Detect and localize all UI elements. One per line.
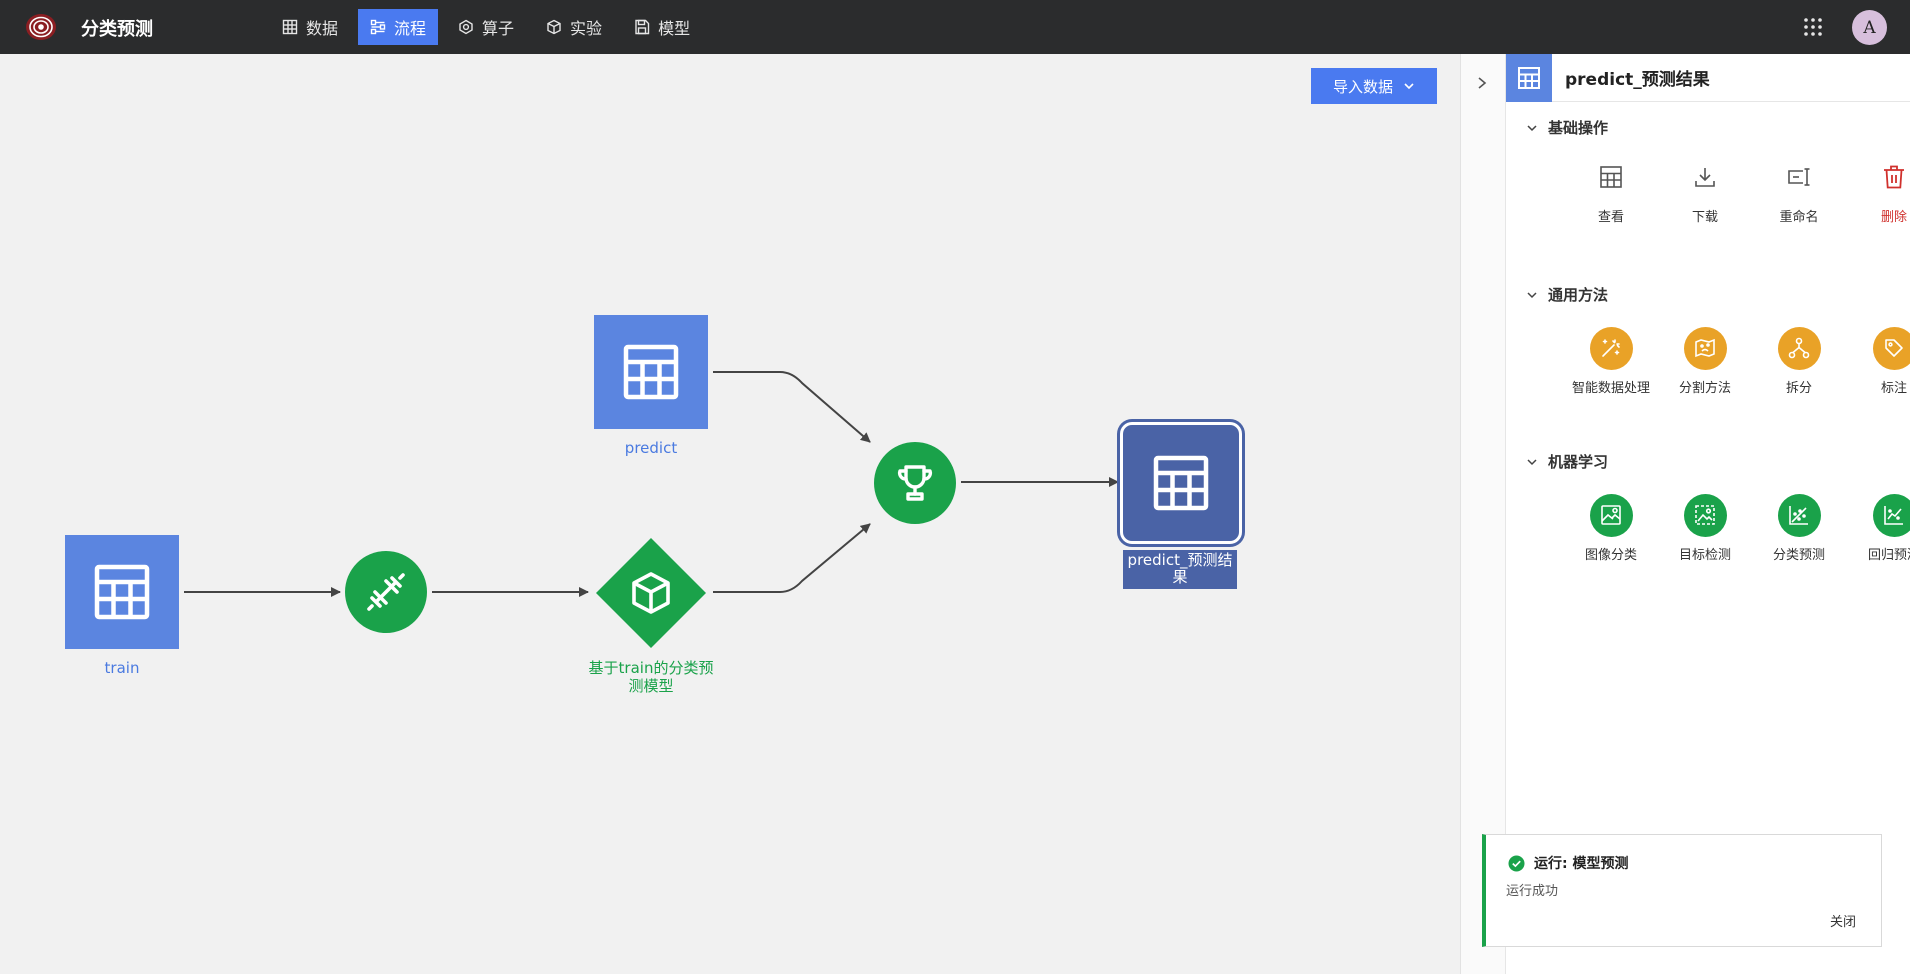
nav-item-workflow[interactable]: 流程 [358,9,439,45]
action-rename[interactable]: 重命名 [1754,154,1844,225]
apps-grid-icon[interactable] [1802,16,1824,38]
nav-label: 模型 [658,19,691,38]
node-predict[interactable] [594,315,708,429]
operator-icon [459,19,473,35]
node-result-label: predict_预测结果 [1123,550,1237,589]
nav-item-model[interactable]: 模型 [622,9,702,45]
chevron-down-icon [1527,458,1537,465]
workflow-icon [370,19,386,35]
section-basic-ops[interactable]: 基础操作 [1526,117,1608,138]
nav-label: 流程 [394,19,427,38]
action-label: 回归预测 [1867,548,1910,563]
node-train-operator[interactable] [345,551,427,633]
import-data-button[interactable]: 导入数据 [1311,68,1437,104]
chevron-down-icon [1527,291,1537,298]
split-icon [1788,337,1810,359]
scatter-icon [1789,506,1808,525]
node-predict-operator[interactable] [874,442,956,524]
check-circle-icon [1508,855,1525,871]
action-image-classification[interactable]: 图像分类 [1566,492,1656,563]
main-nav: 数据 流程 算子 实验 模型 [270,9,710,45]
section-title: 基础操作 [1548,119,1609,137]
object-detect-icon [1695,505,1715,525]
nav-label: 数据 [306,19,339,38]
trophy-icon [897,465,933,501]
action-classification-prediction[interactable]: 分类预测 [1754,492,1844,563]
image-classify-icon [1601,505,1621,525]
action-label: 删除 [1880,210,1907,225]
tag-icon [1885,339,1903,357]
nav-label: 算子 [482,19,515,38]
notification-close-button[interactable]: 关闭 [1830,911,1856,930]
action-regression-prediction[interactable]: 回归预测 [1849,492,1910,563]
import-data-label: 导入数据 [1332,78,1393,96]
save-icon [635,19,650,35]
chevron-down-icon [1404,83,1414,90]
table-icon [623,344,679,400]
action-label: 分割方法 [1678,381,1731,396]
map-icon [1695,338,1715,358]
section-common-methods[interactable]: 通用方法 [1526,284,1608,305]
section-title: 通用方法 [1548,286,1609,304]
magic-wand-icon [1602,339,1620,357]
table-icon [1600,166,1622,188]
action-segmentation[interactable]: 分割方法 [1660,325,1750,396]
action-annotate[interactable]: 标注 [1849,325,1910,396]
nav-label: 实验 [570,19,603,38]
run-notification: 运行: 模型预测 运行成功 关闭 [1482,834,1882,947]
node-model[interactable] [594,536,708,650]
line-chart-icon [1884,506,1903,525]
app-logo-icon[interactable] [24,12,58,42]
node-result-selected[interactable] [1120,422,1242,544]
notification-title: 运行: 模型预测 [1508,853,1628,873]
action-smart-data-processing[interactable]: 智能数据处理 [1566,325,1656,396]
node-predict-label: predict [624,439,678,457]
chevron-right-icon[interactable] [1474,74,1490,92]
panel-title: predict_预测结果 [1565,70,1710,90]
download-icon [1695,168,1715,187]
action-label: 目标检测 [1678,548,1731,563]
trash-icon [1884,165,1904,189]
node-train-label: train [104,659,140,677]
nav-item-operator[interactable]: 算子 [446,9,526,45]
avatar[interactable]: A [1852,10,1887,45]
edge-predict-to-predict-op [713,371,871,443]
action-label: 查看 [1597,210,1624,225]
panel-header: predict_预测结果 [1506,53,1910,102]
action-delete[interactable]: 删除 [1849,154,1910,225]
chevron-down-icon [1527,124,1537,131]
nav-item-data[interactable]: 数据 [270,9,350,45]
section-machine-learning[interactable]: 机器学习 [1526,451,1608,472]
table-icon [1153,455,1209,511]
action-label: 重命名 [1779,210,1819,225]
cube-icon [547,19,561,35]
app-title: 分类预测 [81,19,153,40]
notification-body: 运行成功 [1506,884,1559,899]
notification-title-text: 运行: 模型预测 [1534,856,1629,872]
action-download[interactable]: 下载 [1660,154,1750,225]
edge-model-to-predict-op [713,523,871,593]
table-icon [282,19,298,35]
action-label: 图像分类 [1584,548,1637,563]
action-object-detection[interactable]: 目标检测 [1660,492,1750,563]
nav-item-experiment[interactable]: 实验 [534,9,614,45]
action-split[interactable]: 拆分 [1754,325,1844,396]
action-view[interactable]: 查看 [1566,154,1656,225]
node-model-label: 基于train的分类预测模型 [588,659,714,695]
section-title: 机器学习 [1548,453,1609,471]
table-icon [1506,53,1552,102]
action-label: 下载 [1691,210,1718,225]
action-label: 标注 [1880,381,1907,396]
rename-icon [1788,168,1810,186]
action-label: 拆分 [1785,381,1812,396]
action-label: 分类预测 [1772,548,1825,563]
dumbbell-icon [367,573,405,611]
top-bar: 分类预测 数据 流程 算子 实验 模型 A [0,0,1910,54]
workflow-canvas[interactable]: 导入数据 train 基于train的分类预测模型 predict [0,54,1460,974]
action-label: 智能数据处理 [1571,381,1650,396]
node-train[interactable] [65,535,179,649]
table-icon [94,564,150,620]
